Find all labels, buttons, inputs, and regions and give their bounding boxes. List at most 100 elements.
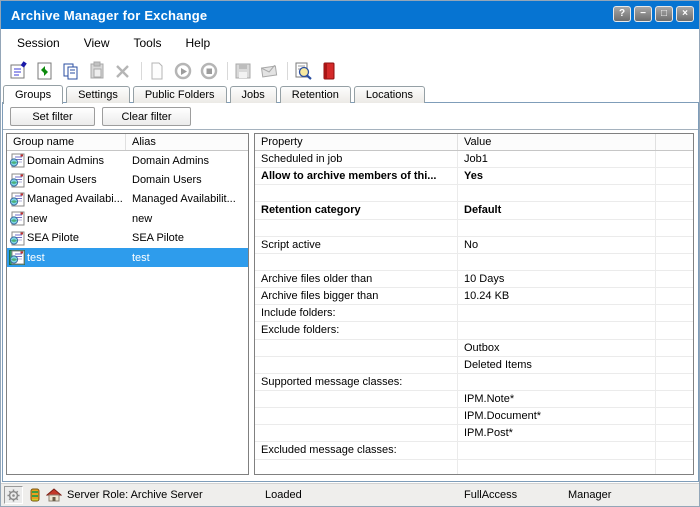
value-cell: Yes xyxy=(458,168,656,184)
groups-table-body: Domain Admins Domain Admins Domain UsersD… xyxy=(7,151,248,267)
tab-strip: GroupsSettingsPublic FoldersJobsRetentio… xyxy=(3,85,428,103)
tables-panel: Group name Alias Domain AdminsDomain Adm… xyxy=(3,129,698,481)
toolbar-separator xyxy=(287,62,288,80)
property-row-script-active[interactable]: Script activeNo xyxy=(255,237,693,254)
property-row[interactable]: Deleted Items xyxy=(255,357,693,374)
group-icon xyxy=(9,231,25,246)
group-alias-cell: Domain Admins xyxy=(126,155,248,167)
property-cell: Scheduled in job xyxy=(255,151,458,167)
group-name: Domain Admins xyxy=(27,155,104,167)
property-row[interactable]: IPM.Document* xyxy=(255,408,693,425)
property-row-include-folders[interactable]: Include folders: xyxy=(255,305,693,322)
group-row-domain-users[interactable]: Domain UsersDomain Users xyxy=(7,170,248,189)
status-loaded: Loaded xyxy=(265,484,302,506)
extra-cell xyxy=(656,271,693,287)
property-row-archive-files-older-than[interactable]: Archive files older than10 Days xyxy=(255,271,693,288)
group-row-domain-admins[interactable]: Domain Admins Domain Admins xyxy=(7,151,248,170)
property-row[interactable] xyxy=(255,185,693,202)
value-cell: 10 Days xyxy=(458,271,656,287)
app-window: Archive Manager for Exchange ?−□× Sessio… xyxy=(0,0,700,507)
extra-cell xyxy=(656,322,693,338)
property-row[interactable]: Outbox xyxy=(255,340,693,357)
maximize-button[interactable]: □ xyxy=(655,6,673,22)
title-bar[interactable]: Archive Manager for Exchange ?−□× xyxy=(1,1,699,29)
menu-view[interactable]: View xyxy=(82,33,112,53)
property-row[interactable]: IPM.Note* xyxy=(255,391,693,408)
properties-icon[interactable] xyxy=(9,61,29,81)
group-row-test[interactable]: testtest xyxy=(7,248,248,267)
property-row-allow-to-archive-members-of-thi[interactable]: Allow to archive members of thi...Yes xyxy=(255,168,693,185)
menu-session[interactable]: Session xyxy=(15,33,62,53)
extra-cell xyxy=(656,460,693,475)
groups-tab-page: Set filter Clear filter Group name Alias… xyxy=(2,102,699,482)
property-cell: Archive files bigger than xyxy=(255,288,458,304)
tab-jobs[interactable]: Jobs xyxy=(230,86,277,103)
set-filter-button[interactable]: Set filter xyxy=(10,107,95,126)
property-row-retention-category[interactable]: Retention categoryDefault xyxy=(255,202,693,219)
groups-table: Group name Alias Domain AdminsDomain Adm… xyxy=(6,133,249,475)
paste-icon[interactable] xyxy=(87,61,107,81)
value-cell: No xyxy=(458,237,656,253)
column-header-value[interactable]: Value xyxy=(458,134,656,150)
property-row[interactable] xyxy=(255,254,693,271)
save-icon[interactable] xyxy=(233,61,253,81)
value-cell: IPM.Note* xyxy=(458,391,656,407)
toolbar-separator xyxy=(141,62,142,80)
property-row-supported-message-classes[interactable]: Supported message classes: xyxy=(255,374,693,391)
group-icon xyxy=(9,153,25,168)
property-row-exclude-folders[interactable]: Exclude folders: xyxy=(255,322,693,339)
property-row-archive-files-bigger-than[interactable]: Archive files bigger than10.24 KB xyxy=(255,288,693,305)
property-row[interactable] xyxy=(255,460,693,475)
extra-cell xyxy=(656,442,693,458)
property-cell xyxy=(255,254,458,270)
properties-table-body: Scheduled in jobJob1Allow to archive mem… xyxy=(255,151,693,475)
value-cell: Default xyxy=(458,202,656,218)
property-cell: Include folders: xyxy=(255,305,458,321)
minimize-button[interactable]: − xyxy=(634,6,652,22)
value-cell xyxy=(458,185,656,201)
column-header-group-name[interactable]: Group name xyxy=(7,134,126,150)
stop-icon[interactable] xyxy=(199,61,219,81)
tab-retention[interactable]: Retention xyxy=(280,86,351,103)
tab-locations[interactable]: Locations xyxy=(354,86,425,103)
group-row-sea-pilote[interactable]: SEA PiloteSEA Pilote xyxy=(7,229,248,248)
value-cell xyxy=(458,374,656,390)
toolbar xyxy=(1,57,699,84)
group-row-managed-availabi-[interactable]: Managed Availabi...Managed Availabilit..… xyxy=(7,190,248,209)
tab-settings[interactable]: Settings xyxy=(66,86,130,103)
property-row-scheduled-in-job[interactable]: Scheduled in jobJob1 xyxy=(255,151,693,168)
status-server-role: Server Role: Archive Server xyxy=(67,484,203,506)
extra-cell xyxy=(656,305,693,321)
group-name-cell: new xyxy=(7,211,126,226)
menu-tools[interactable]: Tools xyxy=(132,33,164,53)
clear-filter-button[interactable]: Clear filter xyxy=(102,107,191,126)
value-cell: IPM.Document* xyxy=(458,408,656,424)
value-cell xyxy=(458,442,656,458)
value-cell: Job1 xyxy=(458,151,656,167)
extra-cell xyxy=(656,391,693,407)
start-icon[interactable] xyxy=(173,61,193,81)
property-row[interactable] xyxy=(255,220,693,237)
close-button[interactable]: × xyxy=(676,6,694,22)
search-icon[interactable] xyxy=(293,61,313,81)
property-row-excluded-message-classes[interactable]: Excluded message classes: xyxy=(255,442,693,459)
column-header-property[interactable]: Property xyxy=(255,134,458,150)
property-cell: Excluded message classes: xyxy=(255,442,458,458)
delete-icon[interactable] xyxy=(113,61,133,81)
exit-icon[interactable] xyxy=(319,61,339,81)
group-icon xyxy=(9,192,25,207)
tab-public-folders[interactable]: Public Folders xyxy=(133,86,227,103)
group-row-new[interactable]: newnew xyxy=(7,209,248,228)
new-document-icon[interactable] xyxy=(147,61,167,81)
property-row[interactable]: IPM.Post* xyxy=(255,425,693,442)
mail-icon[interactable] xyxy=(259,61,279,81)
value-cell: Deleted Items xyxy=(458,357,656,373)
copy-icon[interactable] xyxy=(61,61,81,81)
column-header-alias[interactable]: Alias xyxy=(126,134,248,150)
menu-help[interactable]: Help xyxy=(184,33,213,53)
refresh-icon[interactable] xyxy=(35,61,55,81)
extra-cell xyxy=(656,288,693,304)
group-icon xyxy=(9,211,25,226)
help-button[interactable]: ? xyxy=(613,6,631,22)
tab-groups[interactable]: Groups xyxy=(3,85,63,104)
